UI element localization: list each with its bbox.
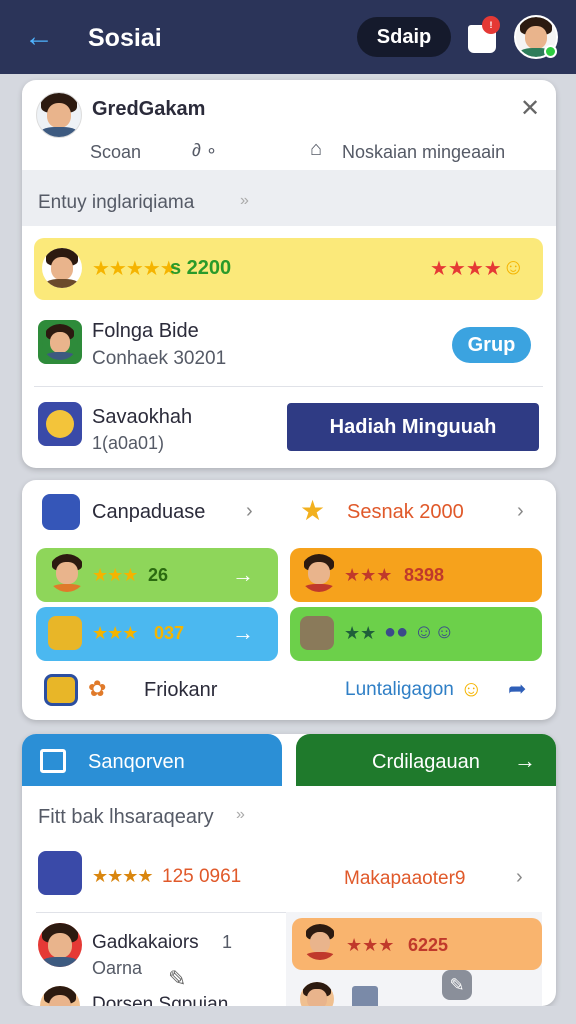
house-icon: ⌂ [310, 138, 323, 160]
edit-icon[interactable]: ✎ [168, 966, 186, 992]
friend-name: Folnga Bide [92, 320, 199, 342]
row-stars: ★★★★ [92, 866, 154, 886]
highlight-value: s 2200 [170, 257, 232, 279]
page-title: Sosiai [88, 24, 162, 52]
chevron-right-icon: » [240, 192, 249, 209]
row-icon [38, 851, 82, 895]
game-icon [42, 494, 80, 530]
row2-sub: Oarna [92, 958, 143, 978]
friend-sub: Conhaek 30201 [92, 348, 227, 369]
photo-icon [44, 674, 78, 706]
tab-left-label[interactable]: Sanqorven [88, 751, 185, 774]
tile-avatar [300, 554, 338, 592]
tile-avatar [302, 924, 338, 960]
chevron-right-icon[interactable]: › [246, 500, 253, 523]
tile-stars: ★★★ [92, 623, 138, 643]
tile-stars: ★★★ [92, 565, 138, 585]
right-title[interactable]: Sesnak 2000 [347, 501, 464, 524]
header-pill-button[interactable]: Sdaip [357, 17, 451, 57]
tile-avatar [48, 554, 86, 592]
highlight-stars: ★★★★★ [92, 258, 178, 280]
left-title[interactable]: Canpaduase [92, 501, 205, 524]
tile-value: 26 [148, 565, 169, 585]
divider [34, 386, 543, 387]
arrow-right-icon: → [514, 748, 536, 773]
tile-value: 037 [154, 623, 185, 643]
tile-stars: ★★★ [344, 565, 393, 585]
row2-count: 1 [222, 932, 233, 952]
online-status-dot [544, 45, 557, 58]
back-arrow-icon[interactable]: ← [24, 22, 56, 54]
tile-stars: ★★★ [346, 935, 395, 955]
chest-icon [48, 616, 82, 650]
chevron-right-icon[interactable]: › [516, 866, 523, 889]
friends-card: GredGakam ✕ Scoan ∂ ∘ ⌂ Noskaian mingeaa… [22, 80, 556, 468]
row2-name: Gadkakaiors [92, 932, 199, 953]
row-right[interactable]: Makapaaoter9 [344, 868, 465, 890]
row-value: 125 0961 [162, 866, 242, 887]
smiley-icon: ☺ [460, 676, 483, 701]
tile-value: ●● ☺☺ [384, 621, 455, 643]
trophy-icon: ★ [300, 495, 326, 526]
profile-sub-left: Scoan [90, 142, 142, 162]
footer-right[interactable]: Luntaligagon [345, 679, 454, 701]
profile-sub-mid: ∂ ∘ [192, 140, 218, 160]
chevron-right-icon: » [236, 806, 245, 823]
chevron-right-icon[interactable]: › [517, 500, 524, 523]
tab-icon [40, 749, 66, 773]
bottom-fade [0, 1006, 576, 1024]
hadiah-button[interactable]: Hadiah Minguuah [287, 403, 539, 451]
section-title: Fitt bak lhsaraqeary [38, 806, 214, 828]
arrow-right-icon: → [232, 620, 254, 645]
item3-name: Savaokhah [92, 406, 193, 428]
highlight-avatar [42, 248, 82, 288]
edit-button[interactable]: ✎ [442, 970, 472, 1000]
footer-left: Friokanr [144, 679, 218, 701]
smiley-icon: ☺ [502, 254, 525, 279]
row2-avatar[interactable] [38, 923, 82, 967]
activity-card: Canpaduase › ★ Sesnak 2000 › ★★★ 26 → ★★… [22, 480, 556, 720]
robot-icon [300, 616, 334, 650]
item3-sub: 1(a0a01) [92, 433, 165, 453]
friend-avatar[interactable] [38, 320, 82, 364]
item3-icon [38, 402, 82, 446]
close-icon[interactable]: ✕ [520, 94, 540, 123]
arrow-right-icon: → [232, 562, 254, 587]
highlight-right-stars: ★★★★ [430, 258, 502, 280]
profile-sub-right: Noskaian mingeaain [342, 142, 506, 162]
notification-badge: ! [482, 16, 500, 34]
tile-value: 6225 [408, 935, 449, 955]
tile-stars: ★★ [344, 623, 377, 643]
profile-name: GredGakam [92, 98, 206, 120]
grup-button[interactable]: Grup [452, 327, 531, 363]
gear-icon: ✿ [88, 676, 107, 701]
tab-right-label[interactable]: Crdilagauan [372, 751, 480, 774]
tile-value: 8398 [404, 565, 445, 585]
share-icon[interactable]: ➦ [508, 676, 526, 702]
profile-avatar[interactable] [36, 92, 82, 138]
section-title: Entuy inglariqiama [38, 192, 195, 213]
